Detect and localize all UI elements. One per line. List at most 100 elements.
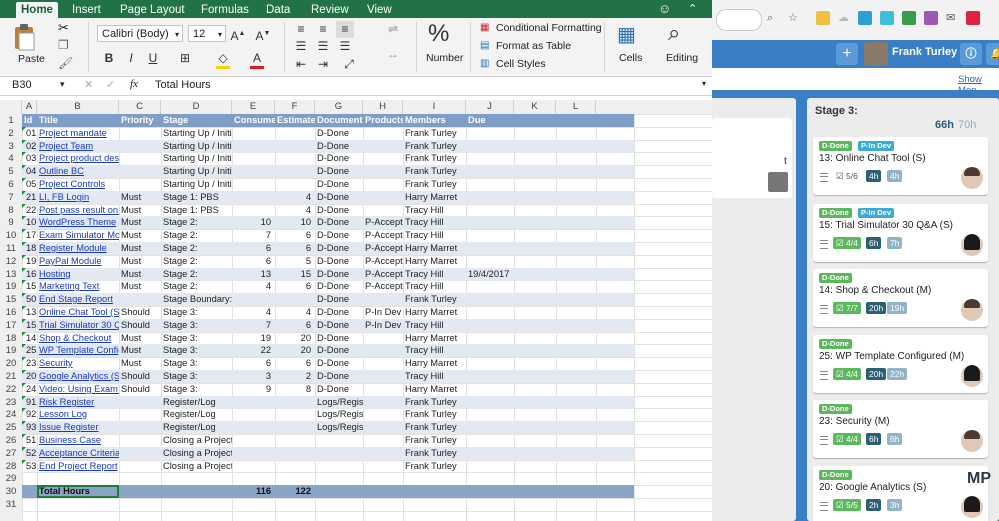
task-card[interactable]: D-Done 25: WP Template Configured (M) ☑ 4/… [813, 335, 988, 393]
smiley-feedback-icon[interactable]: ☺ [658, 1, 671, 16]
cell-documents[interactable]: D-Done [315, 357, 363, 370]
column-title-title[interactable]: Title [37, 114, 119, 127]
cell-estimated[interactable] [275, 421, 315, 434]
cell-documents[interactable]: D-Done [315, 255, 363, 268]
cell-stage[interactable]: Stage 2: [161, 255, 232, 268]
column-header-b[interactable]: B [37, 100, 119, 114]
tab-review[interactable]: Review [306, 2, 354, 18]
cell-styles-button[interactable]: Cell Styles [496, 58, 546, 70]
cell-stage[interactable]: Closing a Project [161, 434, 232, 447]
total-estimated[interactable]: 122 [275, 485, 315, 498]
tab-insert[interactable]: Insert [67, 2, 106, 18]
cell-stage[interactable]: Closing a Project [161, 447, 232, 460]
cell-members[interactable]: Frank Turley [403, 421, 466, 434]
column-header-a[interactable]: A [22, 100, 37, 114]
task-card[interactable]: D-Done 23: Security (M) ☑ 4/4 6h 6h [813, 400, 988, 458]
cell-title[interactable]: Acceptance Criteria [37, 447, 119, 460]
avatar[interactable] [961, 496, 983, 518]
cell-estimated[interactable] [275, 127, 315, 140]
cell-priority[interactable]: Must [119, 242, 161, 255]
cell-products[interactable]: P-Accept [363, 216, 403, 229]
align-top-icon[interactable]: ≡ [292, 21, 310, 38]
cell-documents[interactable] [315, 434, 363, 447]
cell-members[interactable]: Tracy Hill [403, 280, 466, 293]
cell-consumed[interactable]: 10 [232, 216, 275, 229]
cell-products[interactable]: P-Accept [363, 255, 403, 268]
cell-title[interactable]: Project Controls [37, 178, 119, 191]
cell-stage[interactable]: Stage 1: PBS [161, 191, 232, 204]
align-right-icon[interactable]: ☰ [336, 38, 354, 55]
address-bar[interactable] [716, 9, 762, 31]
cell-documents[interactable]: Logs/Registers [315, 421, 363, 434]
cell-due[interactable] [466, 127, 514, 140]
cell-consumed[interactable] [232, 127, 275, 140]
cell-priority[interactable]: Must [119, 191, 161, 204]
cell-estimated[interactable]: 10 [275, 216, 315, 229]
cell-title[interactable]: Business Case [37, 434, 119, 447]
cell-priority[interactable]: Must [119, 216, 161, 229]
row-header[interactable]: 16 [0, 306, 22, 319]
cell-members[interactable]: Harry Marret [403, 383, 466, 396]
cell-consumed[interactable] [232, 434, 275, 447]
cell-members[interactable]: Harry Marret [403, 255, 466, 268]
cell-documents[interactable]: D-Done [315, 178, 363, 191]
tab-view[interactable]: View [362, 2, 397, 18]
cell-products[interactable] [363, 165, 403, 178]
cell-consumed[interactable] [232, 460, 275, 473]
cell-estimated[interactable] [275, 165, 315, 178]
user-name[interactable]: Frank Turley [892, 46, 957, 58]
cell-title[interactable]: Marketing Text [37, 280, 119, 293]
extension-icon[interactable] [966, 11, 980, 25]
cell-documents[interactable] [315, 447, 363, 460]
cell-members[interactable]: Harry Marret [403, 306, 466, 319]
cell-stage[interactable]: Stage 3: [161, 319, 232, 332]
cell-documents[interactable]: D-Done [315, 293, 363, 306]
extension-icon[interactable] [858, 11, 872, 25]
cell-products[interactable] [363, 383, 403, 396]
cell-stage[interactable]: Closing a Project [161, 460, 232, 473]
sheet-grid[interactable]: IdTitlePriorityStageConsumedEstimatedDoc… [22, 114, 712, 521]
cell-due[interactable] [466, 408, 514, 421]
cell-members[interactable]: Frank Turley [403, 447, 466, 460]
tab-data[interactable]: Data [261, 2, 295, 18]
cell-products[interactable] [363, 421, 403, 434]
cell-stage[interactable]: Stage 3: [161, 383, 232, 396]
cell-priority[interactable]: Should [119, 319, 161, 332]
cell-title[interactable]: PayPal Module [37, 255, 119, 268]
cell-due[interactable] [466, 319, 514, 332]
row-header[interactable]: 19 [0, 344, 22, 357]
task-card[interactable]: D-Done 14: Shop & Checkout (M) ☑ 7/7 20h 19h [813, 269, 988, 327]
cell-due[interactable] [466, 383, 514, 396]
cell-title[interactable]: Project mandate [37, 127, 119, 140]
align-middle-icon[interactable]: ≡ [314, 21, 332, 38]
column-header-e[interactable]: E [232, 100, 275, 114]
avatar[interactable] [961, 365, 983, 387]
cell-members[interactable]: Frank Turley [403, 293, 466, 306]
cell-priority[interactable] [119, 421, 161, 434]
cell-estimated[interactable]: 6 [275, 319, 315, 332]
cell-documents[interactable]: D-Done [315, 165, 363, 178]
row-header[interactable]: 20 [0, 357, 22, 370]
row-header[interactable]: 25 [0, 421, 22, 434]
task-card[interactable]: D-Done P-In Dev 13: Online Chat Tool (S) ☑ … [813, 137, 988, 195]
cell-priority[interactable]: Should [119, 306, 161, 319]
row-header[interactable]: 2 [0, 127, 22, 140]
borders-icon[interactable]: ⊞ [176, 50, 194, 67]
name-box[interactable]: B30 [12, 79, 32, 91]
cell-estimated[interactable]: 5 [275, 255, 315, 268]
cell-members[interactable]: Frank Turley [403, 127, 466, 140]
cell-priority[interactable]: Should [119, 383, 161, 396]
cell-consumed[interactable]: 6 [232, 255, 275, 268]
column-header-h[interactable]: H [363, 100, 403, 114]
cell-consumed[interactable]: 6 [232, 242, 275, 255]
column-title-documents[interactable]: Documents [315, 114, 363, 127]
cells-icon[interactable]: ▦ [617, 22, 636, 47]
cell-consumed[interactable]: 4 [232, 280, 275, 293]
cell-title[interactable]: Issue Register [37, 421, 119, 434]
cell-stage[interactable]: Starting Up / Initiation [161, 165, 232, 178]
cell-due[interactable] [466, 178, 514, 191]
cell-documents[interactable]: D-Done [315, 344, 363, 357]
cell-priority[interactable] [119, 152, 161, 165]
tab-page-layout[interactable]: Page Layout [115, 2, 190, 18]
cell-due[interactable] [466, 255, 514, 268]
